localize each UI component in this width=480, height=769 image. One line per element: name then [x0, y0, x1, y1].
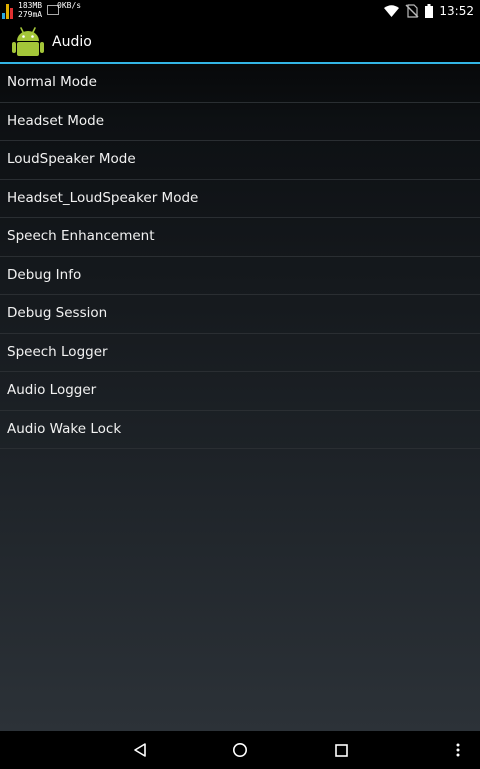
back-icon: [134, 743, 146, 757]
back-button[interactable]: [120, 731, 160, 769]
memory-readout: 183MB 279mA: [18, 1, 42, 19]
battery-icon: [425, 4, 434, 18]
resource-meter-icon: [2, 4, 16, 19]
list-item-audio-wake-lock[interactable]: Audio Wake Lock: [0, 411, 480, 449]
overflow-menu-button[interactable]: [446, 731, 470, 769]
overflow-menu-icon: [456, 743, 460, 757]
list-item-debug-info[interactable]: Debug Info: [0, 257, 480, 295]
list-item-loudspeaker-mode[interactable]: LoudSpeaker Mode: [0, 141, 480, 180]
clock: 13:52: [439, 4, 474, 18]
recents-button[interactable]: [321, 731, 361, 769]
list-item-headset-mode[interactable]: Headset Mode: [0, 103, 480, 141]
list-item-audio-logger[interactable]: Audio Logger: [0, 372, 480, 411]
list-item-speech-logger[interactable]: Speech Logger: [0, 334, 480, 372]
list-item-debug-session[interactable]: Debug Session: [0, 295, 480, 334]
navigation-bar: [0, 731, 480, 769]
current-draw: 279mA: [18, 10, 43, 19]
list-item-normal-mode[interactable]: Normal Mode: [0, 64, 480, 103]
list-item-headset-loudspeaker-mode[interactable]: Headset_LoudSpeaker Mode: [0, 180, 480, 218]
audio-menu-list: Normal Mode Headset Mode LoudSpeaker Mod…: [0, 64, 480, 449]
status-bar: 183MB 279mA 0KB/s 13:52: [0, 0, 480, 22]
page-title: Audio: [52, 34, 92, 50]
no-sim-icon: [405, 4, 419, 18]
action-bar: Audio: [0, 22, 480, 62]
recents-icon: [334, 743, 348, 757]
screen: 183MB 279mA 0KB/s 13:52 Audio Normal Mod…: [0, 0, 480, 769]
list-item-speech-enhancement[interactable]: Speech Enhancement: [0, 218, 480, 257]
home-button[interactable]: [220, 731, 260, 769]
net-speed: 0KB/s: [57, 1, 82, 10]
home-icon: [233, 743, 247, 757]
status-icons: 13:52: [384, 0, 474, 22]
memory-usage: 183MB: [18, 1, 43, 10]
android-robot-icon[interactable]: [12, 26, 44, 59]
wifi-icon: [384, 5, 400, 17]
